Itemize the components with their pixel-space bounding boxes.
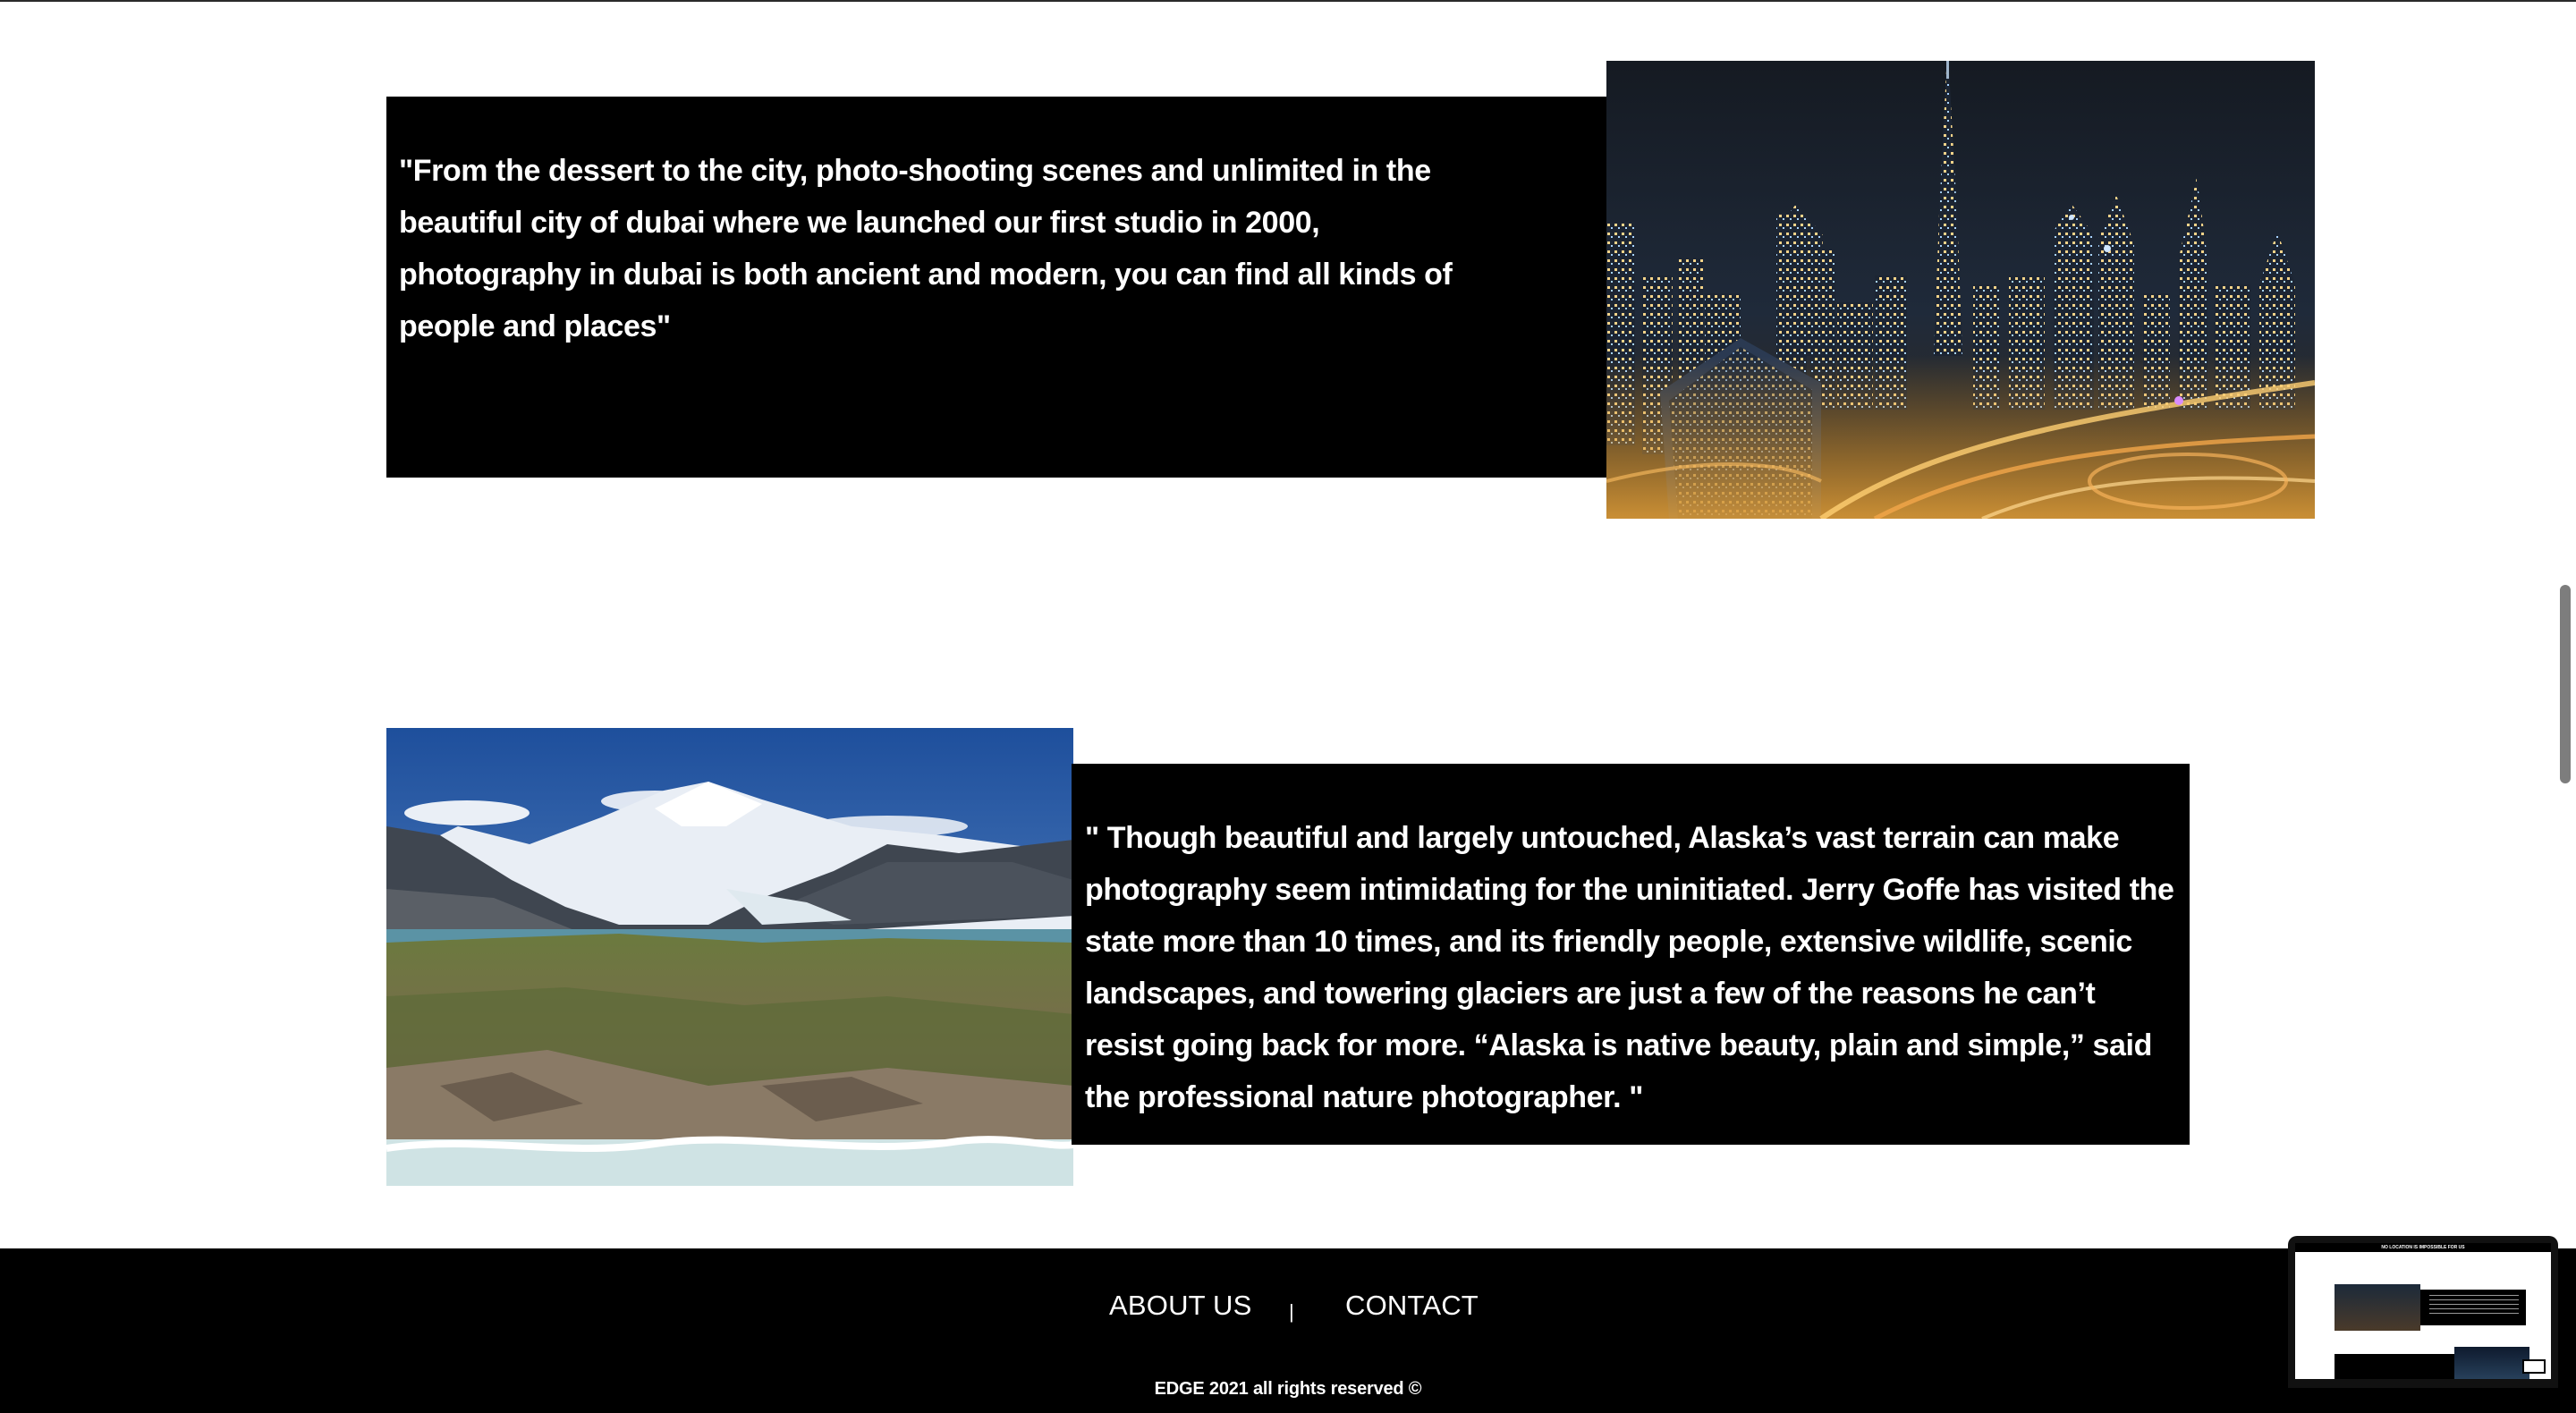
scrollbar-thumb[interactable]	[2560, 585, 2571, 783]
about-us-link[interactable]: ABOUT US	[1109, 1290, 1252, 1322]
footer-separator: |	[1289, 1300, 1294, 1323]
copyright-text: EDGE 2021 all rights reserved ©	[1154, 1379, 1422, 1399]
dubai-skyline-photo	[1606, 61, 2315, 519]
preview-window-icon	[2522, 1359, 2546, 1374]
preview-content: NO LOCATION IS IMPOSSIBLE FOR US	[2295, 1243, 2551, 1379]
footer: ABOUT US | CONTACT EDGE 2021 all rights …	[0, 1248, 2576, 1413]
dubai-quote-box: "From the dessert to the city, photo-sho…	[386, 97, 1606, 478]
page-preview-thumbnail[interactable]: NO LOCATION IS IMPOSSIBLE FOR US	[2288, 1236, 2558, 1388]
preview-image	[2454, 1347, 2529, 1379]
preview-image	[2334, 1284, 2420, 1331]
top-divider	[0, 0, 2576, 2]
preview-heading: NO LOCATION IS IMPOSSIBLE FOR US	[2381, 1245, 2465, 1250]
alaska-quote-box: " Though beautiful and largely untouched…	[1072, 764, 2190, 1145]
alaska-landscape-photo	[386, 728, 1073, 1186]
dubai-quote-text: "From the dessert to the city, photo-sho…	[399, 154, 1453, 343]
alaska-quote-text: " Though beautiful and largely untouched…	[1085, 821, 2174, 1114]
preview-text-lines	[2429, 1295, 2519, 1315]
contact-link[interactable]: CONTACT	[1345, 1290, 1479, 1322]
